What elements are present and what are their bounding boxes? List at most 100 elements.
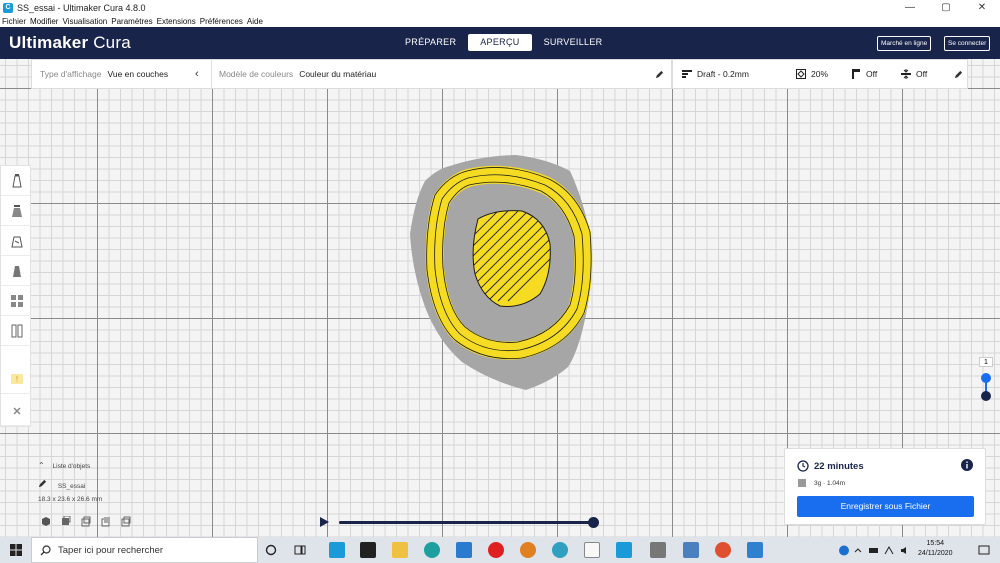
delete-button[interactable]: [1, 396, 32, 426]
view-type-label: Type d'affichage: [40, 69, 102, 79]
adhesion-value: Off: [916, 69, 928, 79]
move-tool-button[interactable]: [1, 166, 32, 196]
mirror-tool-button[interactable]: [1, 256, 32, 286]
infill-icon: [796, 69, 806, 79]
view-type-value: Vue en couches: [107, 69, 169, 79]
taskbar-photos-icon[interactable]: [747, 542, 763, 558]
simulation-handle[interactable]: [588, 517, 599, 528]
menu-aide[interactable]: Aide: [247, 17, 263, 26]
taskbar-app3-icon[interactable]: [683, 542, 699, 558]
taskbar-vscode-icon[interactable]: [456, 542, 472, 558]
notifications-icon[interactable]: [978, 544, 990, 556]
menu-visualisation[interactable]: Visualisation: [62, 17, 107, 26]
taskbar-search[interactable]: Taper ici pour rechercher: [31, 537, 258, 563]
3d-view-icon: [42, 517, 50, 526]
chevron-left-icon[interactable]: ‹: [195, 68, 199, 80]
adhesion-icon: [901, 69, 911, 79]
stage-tabs: PRÉPARER APERÇU SURVEILLER: [393, 34, 614, 51]
help-icon: [839, 545, 849, 556]
support-value: Off: [866, 69, 878, 79]
menu-fichier[interactable]: Fichier: [2, 17, 26, 26]
view-type-selector[interactable]: Type d'affichage Vue en couches ‹: [32, 60, 212, 88]
search-placeholder: Taper ici pour rechercher: [58, 544, 164, 556]
menu-parametres[interactable]: Paramètres: [111, 17, 152, 26]
taskbar-terminal-icon[interactable]: [360, 542, 376, 558]
warning-button[interactable]: !: [1, 364, 32, 394]
profile-icon: [682, 70, 692, 78]
info-icon[interactable]: [961, 459, 973, 471]
clock-date: 24/11/2020: [918, 550, 953, 557]
taskbar-file-explorer-icon[interactable]: [392, 542, 408, 558]
print-settings-bar[interactable]: Draft - 0.2mm 20% Off Off: [672, 59, 968, 89]
lower-layer-handle[interactable]: [981, 391, 991, 401]
clock-time: 15:54: [926, 540, 945, 547]
object-dimensions: 18.3 x 23.6 x 26.6 mm: [38, 496, 103, 503]
taskbar-cura-icon[interactable]: [616, 542, 632, 558]
object-list-toggle[interactable]: ⌃ Liste d'objets: [38, 461, 90, 470]
filament-icon: [798, 479, 806, 487]
taskbar-app-s-icon[interactable]: [329, 542, 345, 558]
rotate-icon: [10, 236, 23, 247]
save-to-file-button[interactable]: Enregistrer sous Fichier: [797, 496, 974, 517]
profile-value: Draft - 0.2mm: [697, 69, 749, 79]
volume-icon: [901, 547, 906, 554]
minimize-button[interactable]: —: [892, 0, 928, 15]
inner-infill-layer: [472, 210, 551, 307]
upper-layer-handle[interactable]: [981, 373, 991, 383]
menu-modifier[interactable]: Modifier: [30, 17, 58, 26]
rotate-tool-button[interactable]: [1, 226, 32, 256]
close-button[interactable]: ✕: [964, 0, 1000, 15]
pencil-icon[interactable]: [655, 70, 664, 79]
pencil-icon[interactable]: [38, 479, 47, 488]
view-orientation-buttons: [40, 515, 136, 529]
scale-icon: [11, 204, 22, 217]
simulation-track[interactable]: [339, 521, 594, 524]
per-model-settings-icon: [10, 294, 23, 307]
windows-start-icon[interactable]: [10, 544, 22, 556]
system-tray[interactable]: [839, 545, 919, 556]
scale-tool-button[interactable]: [1, 196, 32, 226]
task-view-icon[interactable]: [294, 544, 306, 556]
menu-preferences[interactable]: Préférences: [200, 17, 243, 26]
menu-extensions[interactable]: Extensions: [157, 17, 196, 26]
search-icon: [40, 545, 51, 556]
title-bar: C SS_essai - Ultimaker Cura 4.8.0 — ▢ ✕: [0, 0, 1000, 15]
per-model-settings-button[interactable]: [1, 286, 32, 316]
layer-slider[interactable]: 1: [976, 357, 996, 402]
marketplace-button[interactable]: Marché en ligne: [877, 36, 932, 51]
pencil-icon[interactable]: [954, 70, 963, 79]
tab-preparer[interactable]: PRÉPARER: [393, 34, 468, 51]
chevron-up-icon: [854, 548, 862, 553]
close-icon: [12, 406, 21, 415]
color-scheme-selector[interactable]: Modèle de couleurs Couleur du matériau: [212, 60, 671, 88]
left-view-icon: [101, 517, 110, 527]
cortana-icon[interactable]: [265, 544, 277, 556]
play-simulation-button[interactable]: [320, 517, 329, 527]
signin-button[interactable]: Se connecter: [944, 36, 991, 51]
taskbar-notepad-icon[interactable]: [584, 542, 600, 558]
taskbar-app-icon[interactable]: [552, 542, 568, 558]
support-blocker-button[interactable]: [1, 316, 32, 346]
svg-text:!: !: [15, 375, 17, 384]
ultimaker-cura-logo: Ultimaker Cura: [9, 33, 131, 52]
taskbar-clock[interactable]: 15:54 24/11/2020: [918, 539, 953, 559]
maximize-button[interactable]: ▢: [928, 0, 964, 15]
print-info-panel: 22 minutes 3g · 1.04m Enregistrer sous F…: [784, 448, 986, 525]
layer-number[interactable]: 1: [979, 357, 993, 367]
tab-apercu[interactable]: APERÇU: [468, 34, 532, 51]
cura-app-icon: C: [3, 2, 13, 13]
top-view-icon: [81, 516, 91, 527]
mirror-icon: [12, 265, 21, 277]
taskbar-app4-icon[interactable]: [715, 542, 731, 558]
color-scheme-value: Couleur du matériau: [299, 69, 377, 79]
warning-icon: !: [10, 373, 23, 384]
windows-taskbar: Taper ici pour rechercher 15:54 24/11/20…: [0, 537, 1000, 563]
tab-surveiller[interactable]: SURVEILLER: [532, 34, 615, 51]
taskbar-blender-icon[interactable]: [520, 542, 536, 558]
object-item[interactable]: SS_essai: [38, 479, 85, 490]
taskbar-opera-icon[interactable]: [488, 542, 504, 558]
taskbar-edge-icon[interactable]: [424, 542, 440, 558]
battery-icon: [869, 548, 878, 553]
move-icon: [11, 173, 22, 187]
taskbar-app2-icon[interactable]: [650, 542, 666, 558]
